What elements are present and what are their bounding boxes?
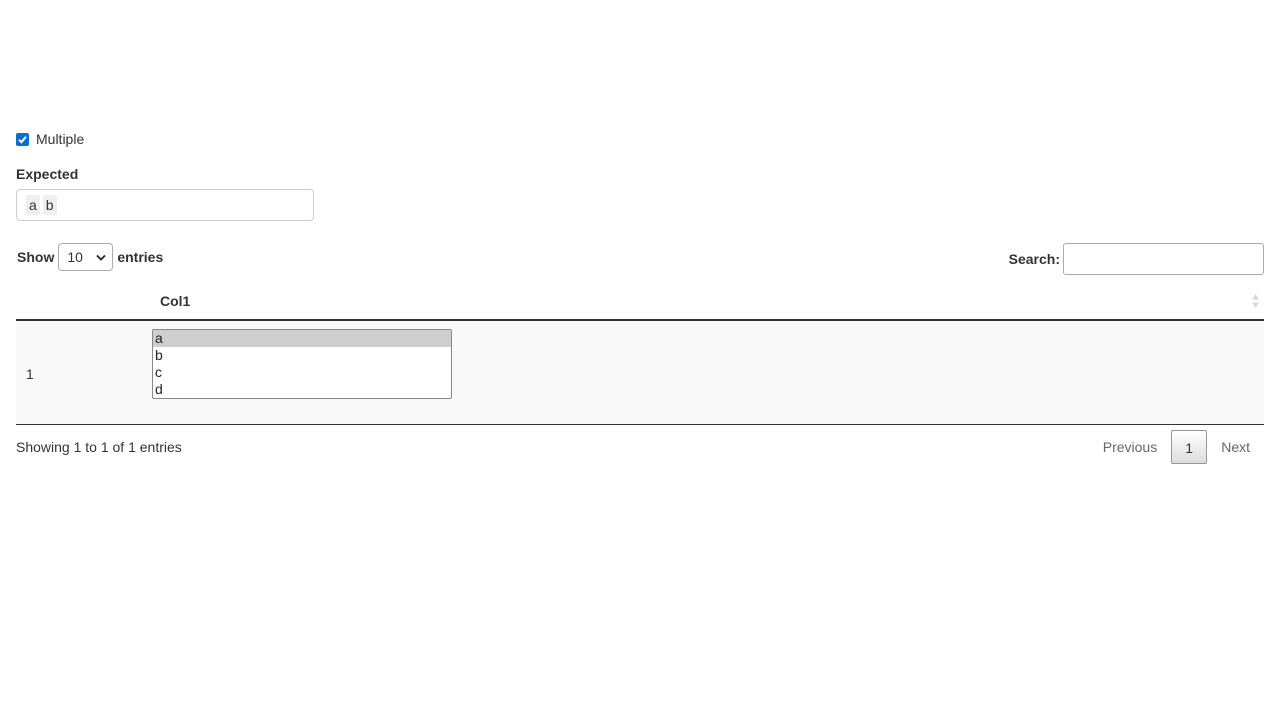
- search-filter: Search:: [1009, 243, 1264, 275]
- expected-tag: b: [42, 195, 57, 215]
- search-input[interactable]: [1063, 243, 1264, 275]
- row-index: 1: [26, 366, 34, 382]
- expected-label: Expected: [16, 166, 79, 182]
- length-menu: Show 10 entries: [17, 243, 163, 271]
- listbox-option[interactable]: a: [153, 330, 451, 347]
- previous-button[interactable]: Previous: [1089, 430, 1171, 464]
- pagination: Previous 1 Next: [1089, 430, 1264, 464]
- checkmark-icon: [18, 135, 27, 144]
- table-header: Col1: [16, 281, 1264, 321]
- show-label: Show: [17, 249, 55, 265]
- multiple-label: Multiple: [36, 131, 85, 147]
- expected-tag: a: [26, 195, 40, 215]
- sort-icon[interactable]: [1251, 293, 1260, 309]
- multi-select-listbox[interactable]: a b c d: [152, 329, 452, 399]
- listbox-option[interactable]: c: [153, 364, 451, 381]
- search-label: Search:: [1008, 251, 1060, 267]
- chevron-down-icon: [96, 254, 106, 261]
- entries-label: entries: [117, 249, 164, 265]
- column-header-col1[interactable]: Col1: [160, 293, 190, 309]
- page-length-value: 10: [67, 249, 83, 265]
- expected-output: a b: [16, 189, 314, 221]
- multiple-checkbox-row[interactable]: Multiple: [16, 131, 84, 147]
- page-length-select[interactable]: 10: [58, 243, 114, 271]
- page-button-current[interactable]: 1: [1171, 430, 1208, 464]
- table-row: 1 a b c d: [16, 321, 1264, 425]
- listbox-option[interactable]: d: [153, 381, 451, 398]
- next-button[interactable]: Next: [1207, 430, 1264, 464]
- multiple-checkbox[interactable]: [16, 132, 29, 146]
- listbox-option[interactable]: b: [153, 347, 451, 364]
- table-info: Showing 1 to 1 of 1 entries: [16, 439, 182, 455]
